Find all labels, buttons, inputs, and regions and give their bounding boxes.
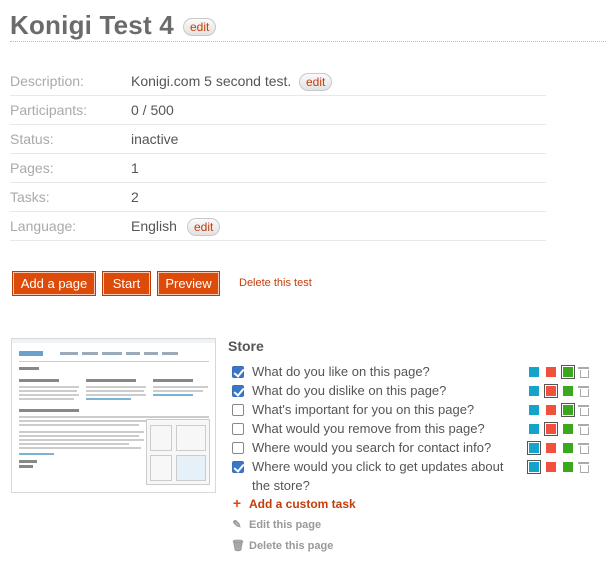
task-question[interactable]: What would you remove from this page? — [252, 419, 522, 438]
info-row-pages: Pages: 1 — [10, 154, 546, 183]
color-swatch-blue[interactable] — [529, 367, 539, 377]
color-swatch-green[interactable] — [561, 365, 575, 379]
trash-icon: 🗑 — [231, 540, 245, 552]
trash-icon[interactable] — [578, 405, 589, 416]
trash-icon[interactable] — [578, 443, 589, 454]
task-item: Where would you click to get updates abo… — [232, 457, 592, 495]
task-question[interactable]: Where would you click to get updates abo… — [252, 457, 522, 495]
pencil-icon: ✎ — [232, 519, 242, 531]
info-label: Pages: — [10, 160, 54, 176]
color-swatch-blue[interactable] — [529, 424, 539, 434]
color-swatch-blue[interactable] — [529, 386, 539, 396]
info-value: English — [131, 218, 177, 234]
plus-icon: + — [232, 495, 242, 511]
info-label: Participants: — [10, 102, 88, 118]
info-value: 0 / 500 — [131, 102, 174, 118]
color-swatch-red[interactable] — [546, 443, 556, 453]
info-row-description: Description: Konigi.com 5 second test. e… — [10, 67, 546, 96]
task-checkbox[interactable] — [232, 442, 244, 454]
color-swatch-green[interactable] — [563, 386, 573, 396]
task-item: What do you dislike on this page? — [232, 381, 592, 400]
task-item: What would you remove from this page? — [232, 419, 592, 438]
color-swatch-red[interactable] — [546, 367, 556, 377]
edit-title-button[interactable]: edit — [183, 18, 217, 36]
trash-icon[interactable] — [578, 367, 589, 378]
info-row-status: Status: inactive — [10, 125, 546, 154]
color-swatch-green[interactable] — [561, 403, 575, 417]
edit-language-button[interactable]: edit — [187, 218, 221, 236]
preview-button[interactable]: Preview — [157, 271, 220, 296]
task-question[interactable]: What do you dislike on this page? — [252, 381, 522, 400]
trash-icon[interactable] — [578, 424, 589, 435]
info-label: Tasks: — [10, 189, 50, 205]
info-row-tasks: Tasks: 2 — [10, 183, 546, 212]
page-title: Konigi Test 4 — [10, 10, 174, 40]
delete-page-link[interactable]: 🗑 Delete this page — [231, 539, 333, 552]
task-item: What do you like on this page? — [232, 362, 592, 381]
task-checkbox[interactable] — [232, 423, 244, 435]
info-row-language: Language: English edit — [10, 212, 546, 241]
color-swatch-green[interactable] — [563, 443, 573, 453]
color-swatch-red[interactable] — [546, 405, 556, 415]
trash-icon[interactable] — [578, 386, 589, 397]
task-item: Where would you search for contact info? — [232, 438, 592, 457]
info-value: inactive — [131, 131, 179, 147]
edit-page-link[interactable]: ✎ Edit this page — [231, 518, 321, 531]
color-swatch-blue[interactable] — [527, 460, 541, 474]
info-label: Language: — [10, 218, 77, 234]
trash-icon[interactable] — [578, 462, 589, 473]
task-question[interactable]: What's important for you on this page? — [252, 400, 522, 419]
page-name: Store — [228, 338, 264, 354]
info-value: 1 — [131, 160, 139, 176]
delete-test-link[interactable]: Delete this test — [239, 277, 312, 289]
task-checkbox[interactable] — [232, 366, 244, 378]
color-swatch-green[interactable] — [563, 424, 573, 434]
color-swatch-blue[interactable] — [529, 405, 539, 415]
test-info-table: Description: Konigi.com 5 second test. e… — [10, 67, 546, 241]
task-checkbox[interactable] — [232, 461, 244, 473]
info-label: Status: — [10, 131, 54, 147]
page-thumbnail[interactable] — [11, 338, 216, 493]
color-swatch-green[interactable] — [563, 462, 573, 472]
add-page-button[interactable]: Add a page — [12, 271, 96, 296]
task-checkbox[interactable] — [232, 385, 244, 397]
info-value: 2 — [131, 189, 139, 205]
color-swatch-red[interactable] — [544, 422, 558, 436]
task-checkbox[interactable] — [232, 404, 244, 416]
task-question[interactable]: What do you like on this page? — [252, 362, 522, 381]
color-swatch-blue[interactable] — [527, 441, 541, 455]
color-swatch-red[interactable] — [546, 462, 556, 472]
task-question[interactable]: Where would you search for contact info? — [252, 438, 522, 457]
info-label: Description: — [10, 73, 84, 89]
add-custom-task-link[interactable]: + Add a custom task — [231, 495, 356, 511]
task-item: What's important for you on this page? — [232, 400, 592, 419]
info-row-participants: Participants: 0 / 500 — [10, 96, 546, 125]
edit-description-button[interactable]: edit — [299, 73, 333, 91]
info-value: Konigi.com 5 second test. — [131, 73, 292, 89]
start-button[interactable]: Start — [102, 271, 151, 296]
page-header: Konigi Test 4 edit — [10, 8, 606, 42]
color-swatch-red[interactable] — [544, 384, 558, 398]
